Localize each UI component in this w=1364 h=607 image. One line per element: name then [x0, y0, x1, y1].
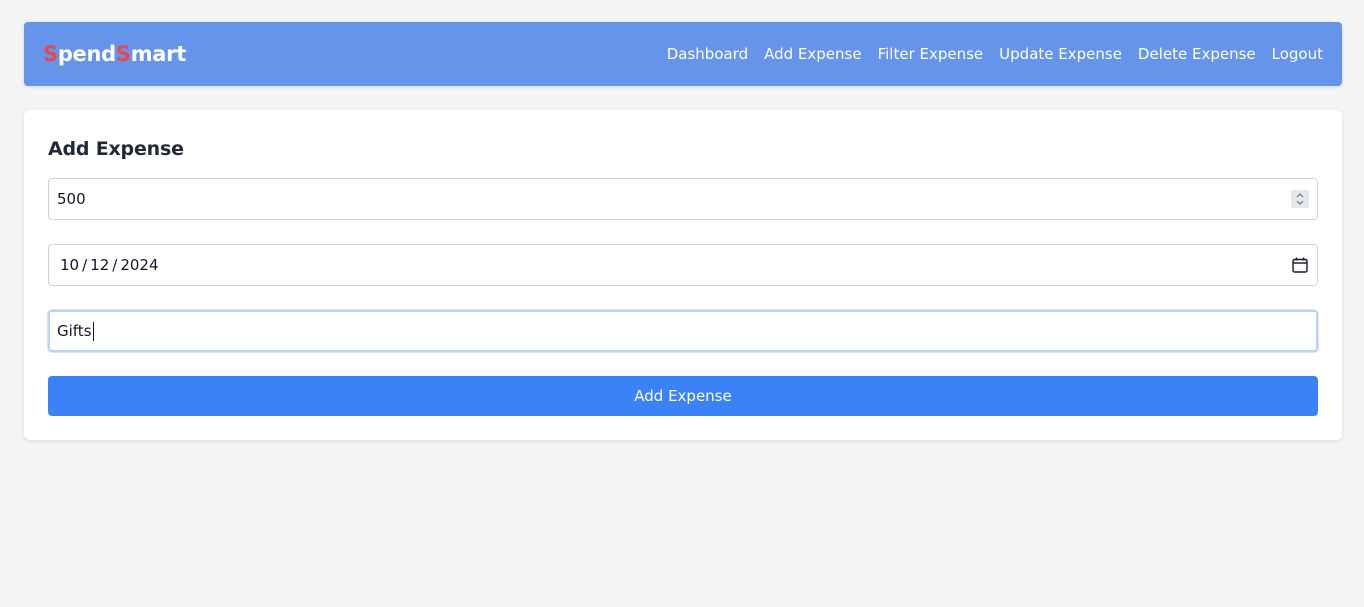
date-day[interactable]: 12 — [90, 256, 109, 274]
amount-input[interactable]: 500 — [48, 178, 1318, 220]
date-year[interactable]: 2024 — [120, 256, 158, 274]
brand-initial-2: S — [115, 42, 131, 66]
calendar-icon[interactable] — [1291, 256, 1309, 274]
category-text: Gifts — [57, 321, 92, 340]
nav-links: Dashboard Add Expense Filter Expense Upd… — [667, 45, 1323, 63]
date-separator: / — [82, 256, 88, 274]
amount-value: 500 — [57, 190, 86, 208]
brand-initial-1: S — [43, 42, 58, 66]
nav-link-add-expense[interactable]: Add Expense — [764, 45, 861, 63]
brand-logo[interactable]: SpendSmart — [43, 42, 186, 66]
date-input[interactable]: 10/12/2024 — [48, 244, 1318, 286]
brand-text-2: mart — [130, 42, 187, 66]
brand-text-1: pend — [57, 42, 116, 66]
date-separator: / — [112, 256, 118, 274]
nav-link-delete-expense[interactable]: Delete Expense — [1138, 45, 1256, 63]
nav-link-update-expense[interactable]: Update Expense — [999, 45, 1122, 63]
page-title: Add Expense — [48, 138, 184, 160]
add-expense-button[interactable]: Add Expense — [48, 376, 1318, 416]
date-value: 10/12/2024 — [60, 256, 1291, 274]
date-month[interactable]: 10 — [60, 256, 79, 274]
nav-link-filter-expense[interactable]: Filter Expense — [878, 45, 984, 63]
category-value: Gifts — [57, 321, 1308, 341]
nav-link-dashboard[interactable]: Dashboard — [667, 45, 748, 63]
text-cursor — [92, 321, 94, 341]
add-expense-card: Add Expense 500 10/12/2024 Gifts Add Exp… — [24, 110, 1342, 440]
navbar: SpendSmart Dashboard Add Expense Filter … — [24, 22, 1342, 86]
nav-link-logout[interactable]: Logout — [1272, 45, 1323, 63]
category-input[interactable]: Gifts — [48, 310, 1318, 352]
spinner-icon[interactable] — [1291, 190, 1309, 208]
